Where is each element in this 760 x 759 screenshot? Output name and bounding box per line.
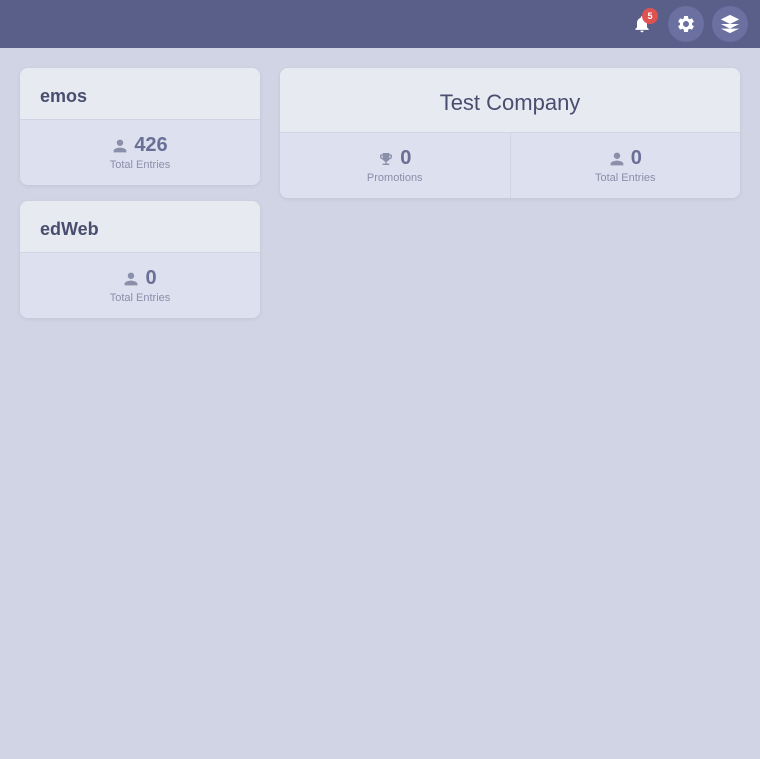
total-entries-label: Total Entries [595,172,656,184]
navbar: 5 [0,0,760,48]
left-card-1: emos 426 Total Entries [20,68,260,185]
trophy-icon [378,151,394,167]
left-column: emos 426 Total Entries edWeb [20,68,260,739]
left-card-1-number: 426 [134,134,167,157]
left-card-2-title: edWeb [40,219,99,239]
left-card-1-entries[interactable]: 426 Total Entries [20,120,260,185]
notification-button[interactable]: 5 [624,6,660,42]
promotions-value: 0 [378,147,411,170]
left-card-1-stats: 426 Total Entries [20,119,260,185]
left-card-2-number: 0 [145,267,156,290]
main-card-title: Test Company [440,90,581,115]
main-card-header: Test Company [280,68,740,132]
left-card-1-title: emos [40,86,87,106]
promotions-cell[interactable]: 0 Promotions [280,133,511,198]
left-card-2-label: Total Entries [110,292,171,304]
left-card-2-header: edWeb [20,201,260,252]
left-card-2-stats: 0 Total Entries [20,252,260,318]
main-content: emos 426 Total Entries edWeb [0,48,760,759]
total-entries-cell[interactable]: 0 Total Entries [511,133,741,198]
total-entries-value: 0 [609,147,642,170]
left-card-1-header: emos [20,68,260,119]
person-icon-main [609,151,625,167]
left-card-2-entries[interactable]: 0 Total Entries [20,253,260,318]
dice-button[interactable] [712,6,748,42]
notification-badge: 5 [642,8,658,24]
right-column: Test Company 0 Promotions [280,68,740,739]
left-card-1-value: 426 [112,134,167,157]
promotions-label: Promotions [367,172,423,184]
person-icon [112,138,128,154]
total-entries-number: 0 [631,147,642,170]
main-card: Test Company 0 Promotions [280,68,740,198]
left-card-1-label: Total Entries [110,159,171,171]
promotions-number: 0 [400,147,411,170]
left-card-2-value: 0 [123,267,156,290]
settings-button[interactable] [668,6,704,42]
person-icon-2 [123,271,139,287]
left-card-2: edWeb 0 Total Entries [20,201,260,318]
main-card-stats: 0 Promotions 0 Total Entries [280,132,740,198]
